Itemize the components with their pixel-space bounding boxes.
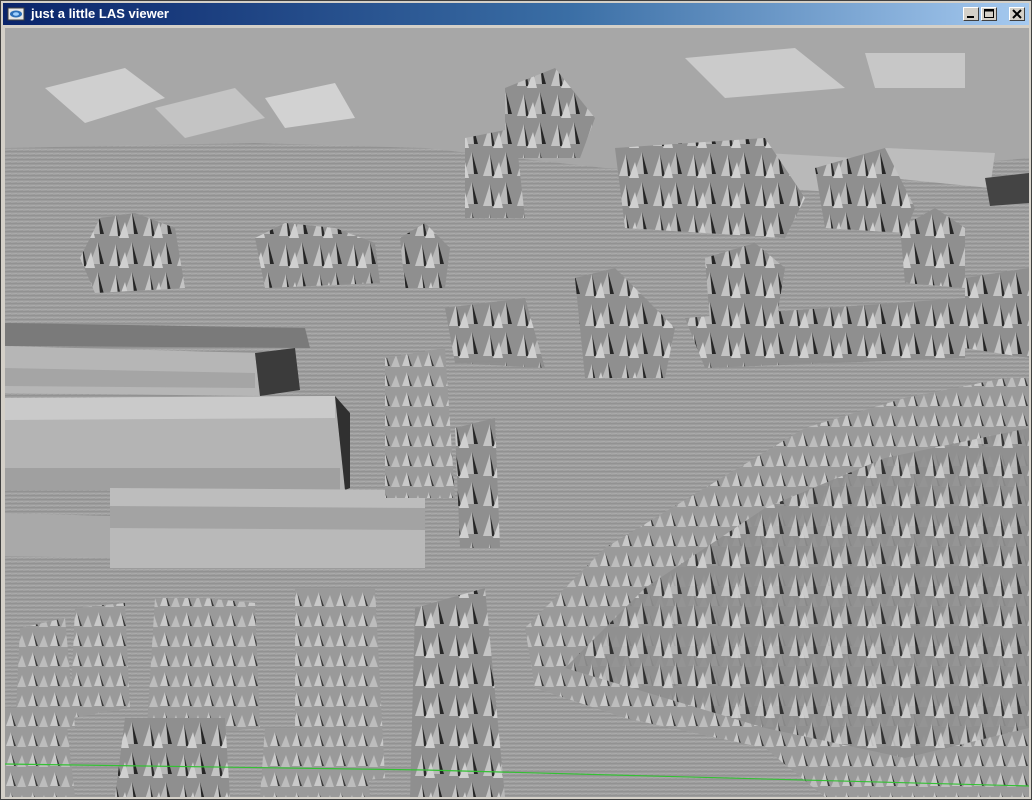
app-icon[interactable] [7,6,25,22]
render-viewport[interactable] [5,28,1029,797]
minimize-button[interactable] [963,7,979,21]
point-cloud-scene [5,28,1029,797]
app-window: just a little LAS viewer [0,0,1032,800]
maximize-icon [984,9,994,18]
minimize-icon [967,16,974,18]
close-button[interactable] [1009,7,1025,21]
window-title: just a little LAS viewer [31,6,169,21]
close-icon [1012,9,1022,19]
title-bar[interactable]: just a little LAS viewer [3,3,1029,25]
maximize-button[interactable] [981,7,997,21]
